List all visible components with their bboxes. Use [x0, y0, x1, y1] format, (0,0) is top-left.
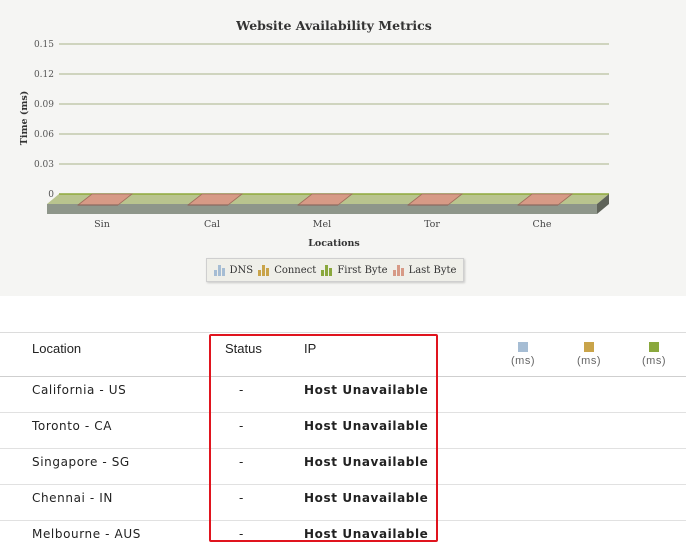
column-header-connect[interactable]: (ms): [569, 342, 609, 367]
status-cell: -: [239, 491, 244, 505]
table-row[interactable]: California - US - Host Unavailable: [0, 377, 686, 413]
y-tick-label: 0.12: [34, 70, 54, 80]
column-unit: (ms): [511, 355, 535, 367]
location-cell: California - US: [32, 383, 127, 397]
chart-title: Website Availability Metrics: [235, 18, 432, 33]
y-tick-labels: 0.15 0.12 0.09 0.06 0.03 0: [34, 40, 54, 200]
results-table: Location Status IP (ms) (ms) (ms) Califo…: [0, 332, 686, 556]
legend-item-connect[interactable]: Connect: [258, 264, 317, 276]
column-header-location[interactable]: Location: [32, 341, 81, 356]
legend-item-first-byte[interactable]: First Byte: [321, 264, 388, 276]
column-unit: (ms): [577, 355, 601, 367]
x-tick-label: Mel: [313, 219, 331, 230]
bar-chart-icon: [213, 264, 225, 276]
status-cell: -: [239, 527, 244, 541]
x-tick-label: Tor: [424, 219, 440, 230]
dns-color-swatch: [518, 342, 528, 352]
legend-item-last-byte[interactable]: Last Byte: [392, 264, 457, 276]
table-row[interactable]: Singapore - SG - Host Unavailable: [0, 449, 686, 485]
ip-cell: Host Unavailable: [304, 491, 429, 505]
bar-chart-icon: [392, 264, 404, 276]
y-tick-label: 0.03: [34, 160, 54, 170]
availability-chart: Website Availability Metrics Time (ms) L…: [19, 18, 609, 249]
x-tick-label: Che: [532, 219, 551, 230]
x-tick-labels: Sin Cal Mel Tor Che: [94, 219, 552, 230]
status-cell: -: [239, 419, 244, 433]
y-axis-label: Time (ms): [19, 91, 30, 145]
location-cell: Chennai - IN: [32, 491, 113, 505]
bar-chart-icon: [321, 264, 333, 276]
ip-cell: Host Unavailable: [304, 383, 429, 397]
y-tick-label: 0: [48, 190, 54, 200]
connect-color-swatch: [584, 342, 594, 352]
grid-lines: [59, 43, 609, 165]
column-header-status[interactable]: Status: [225, 341, 262, 356]
x-axis-label: Locations: [308, 238, 360, 249]
chart-legend: DNS Connect First Byte Last Byte: [206, 258, 464, 282]
chart-panel: Website Availability Metrics Time (ms) L…: [0, 0, 686, 296]
legend-label: DNS: [229, 264, 254, 276]
x-tick-label: Sin: [94, 219, 110, 230]
y-tick-label: 0.09: [34, 100, 54, 110]
column-header-dns[interactable]: (ms): [503, 342, 543, 367]
column-header-first-byte[interactable]: (ms): [634, 342, 674, 367]
first-byte-color-swatch: [649, 342, 659, 352]
legend-label: First Byte: [337, 264, 388, 276]
status-cell: -: [239, 455, 244, 469]
column-header-ip[interactable]: IP: [304, 341, 316, 356]
table-row[interactable]: Toronto - CA - Host Unavailable: [0, 413, 686, 449]
location-cell: Melbourne - AUS: [32, 527, 141, 541]
ip-cell: Host Unavailable: [304, 419, 429, 433]
table-row[interactable]: Melbourne - AUS - Host Unavailable: [0, 521, 686, 556]
location-cell: Toronto - CA: [32, 419, 113, 433]
legend-label: Connect: [274, 264, 317, 276]
ip-cell: Host Unavailable: [304, 455, 429, 469]
table-header: Location Status IP (ms) (ms) (ms): [0, 332, 686, 377]
bar-chart-icon: [258, 264, 270, 276]
legend-label: Last Byte: [408, 264, 457, 276]
y-tick-label: 0.06: [34, 130, 54, 140]
location-cell: Singapore - SG: [32, 455, 130, 469]
column-unit: (ms): [642, 355, 666, 367]
table-row[interactable]: Chennai - IN - Host Unavailable: [0, 485, 686, 521]
ip-cell: Host Unavailable: [304, 527, 429, 541]
x-tick-label: Cal: [204, 219, 220, 230]
y-tick-label: 0.15: [34, 40, 54, 50]
status-cell: -: [239, 383, 244, 397]
legend-item-dns[interactable]: DNS: [213, 264, 254, 276]
